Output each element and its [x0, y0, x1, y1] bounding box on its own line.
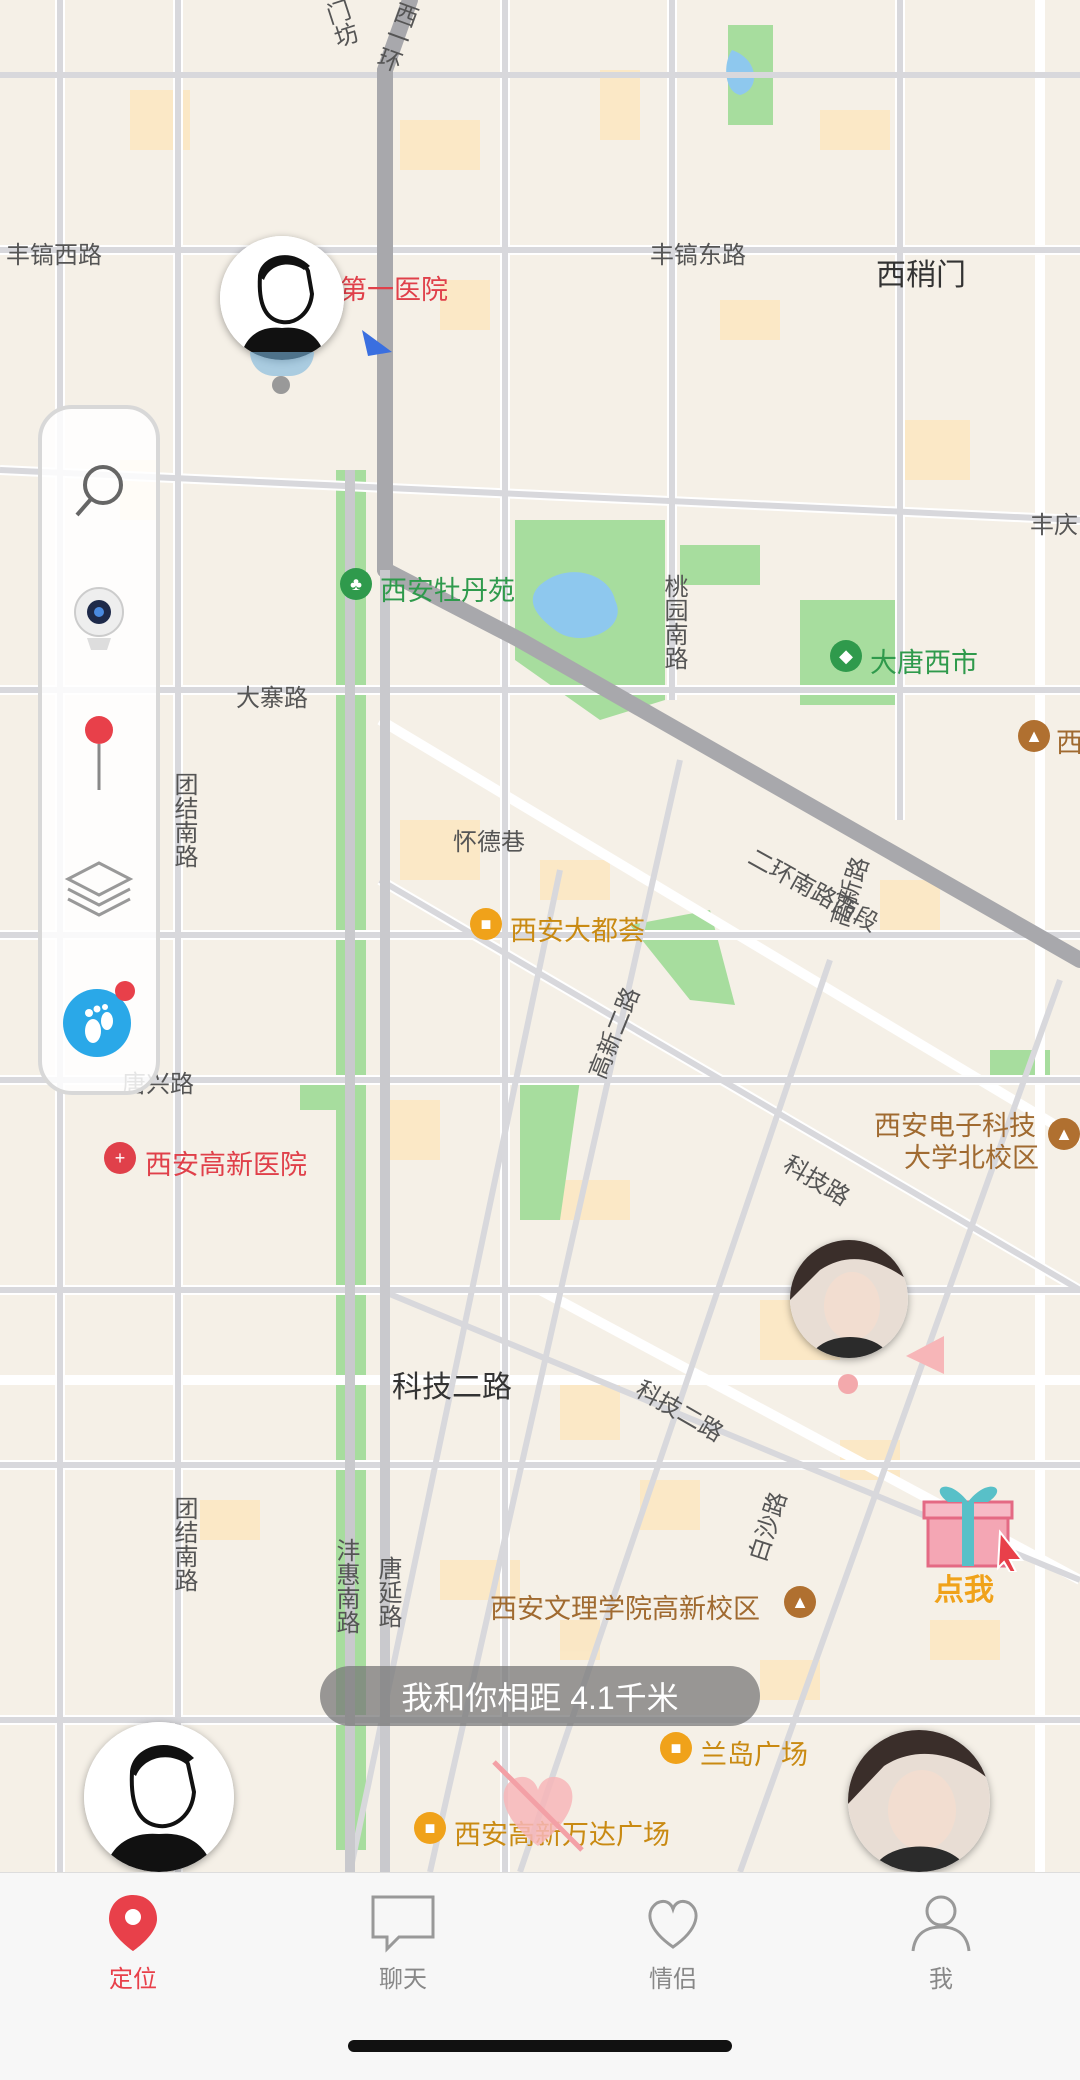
person-icon	[911, 1895, 971, 1952]
street-label: 丰镐东路	[650, 242, 746, 269]
street-label: 怀德巷	[453, 829, 525, 856]
area-label: 科技二路	[392, 1371, 512, 1404]
street-label: 唐延路	[374, 1556, 401, 1628]
footprint-icon	[63, 981, 135, 1057]
search-button[interactable]	[42, 429, 156, 549]
mall-icon: ■	[414, 1812, 446, 1844]
poi-mudan-garden[interactable]: 西安牡丹苑	[380, 569, 515, 608]
poi-dadu-hui[interactable]: 西安大都荟	[510, 909, 645, 948]
market-icon: ◆	[830, 640, 862, 672]
hospital-icon: +	[104, 1142, 136, 1174]
area-label: 西稍门	[876, 259, 966, 292]
pin-button[interactable]	[42, 694, 156, 814]
layers-button[interactable]	[42, 829, 156, 949]
partner-avatar-marker[interactable]	[790, 1240, 908, 1358]
mall-icon: ■	[470, 908, 502, 940]
my-avatar[interactable]	[84, 1722, 234, 1872]
tab-chat[interactable]: 聊天	[328, 1893, 478, 2003]
layers-icon	[64, 861, 134, 917]
street-label: 丰镐西路	[6, 242, 102, 269]
school-icon: ▲	[784, 1586, 816, 1618]
footprint-button[interactable]	[42, 959, 156, 1079]
partner-avatar[interactable]	[848, 1730, 990, 1872]
poi-hospital-top[interactable]: 第一医院	[340, 268, 448, 307]
park-icon: ♣	[340, 568, 372, 600]
tab-couple[interactable]: 情侣	[598, 1893, 748, 2003]
tab-location[interactable]: 定位	[58, 1893, 208, 2003]
street-label: 团结南路	[170, 772, 197, 868]
distance-indicator: 我和你相距 4.1千米	[320, 1666, 760, 1726]
navigation-arrow-icon	[362, 330, 392, 356]
search-icon	[75, 465, 123, 517]
heart-arrow-icon	[492, 1760, 584, 1852]
marker-dot	[838, 1374, 858, 1394]
direction-arrow-icon	[906, 1336, 944, 1374]
user-avatar-marker[interactable]	[220, 236, 344, 360]
mall-icon: ■	[660, 1732, 692, 1764]
school-icon: ▲	[1018, 720, 1050, 752]
street-label: 团结南路	[170, 1496, 197, 1592]
camera-button[interactable]	[42, 559, 156, 679]
marker-dot	[272, 376, 290, 394]
poi-datang-west-market[interactable]: 大唐西市	[870, 641, 978, 680]
school-icon: ▲	[1048, 1118, 1080, 1150]
tab-label: 情侣	[649, 1966, 697, 1993]
poi-partial[interactable]: 西	[1056, 721, 1080, 760]
pin-icon	[85, 716, 113, 790]
home-indicator	[348, 2040, 732, 2052]
poi-landao-plaza[interactable]: 兰岛广场	[700, 1733, 808, 1772]
chat-icon	[371, 1895, 435, 1953]
tab-label: 我	[929, 1966, 953, 1993]
gift-label[interactable]: 点我	[934, 1565, 994, 1609]
street-label: 桃园南路	[660, 574, 687, 670]
tab-label: 定位	[109, 1966, 157, 1993]
gift-button[interactable]	[918, 1476, 1028, 1573]
heart-icon	[648, 1899, 698, 1949]
poi-wenli-college[interactable]: 西安文理学院高新校区	[490, 1587, 760, 1626]
tab-label: 聊天	[379, 1966, 427, 1993]
poi-gaoxin-hospital[interactable]: 西安高新医院	[145, 1143, 307, 1182]
street-label: 大寨路	[236, 685, 308, 712]
poi-xidian-north-line2[interactable]: 大学北校区	[904, 1136, 1039, 1175]
street-label: 沣惠南路	[332, 1538, 359, 1634]
location-icon	[109, 1895, 157, 1951]
gift-icon	[922, 1486, 1025, 1573]
map-toolbar	[38, 405, 160, 1095]
tab-me[interactable]: 我	[866, 1893, 1016, 2003]
camera-icon	[74, 587, 124, 650]
street-label: 丰庆	[1030, 512, 1078, 539]
